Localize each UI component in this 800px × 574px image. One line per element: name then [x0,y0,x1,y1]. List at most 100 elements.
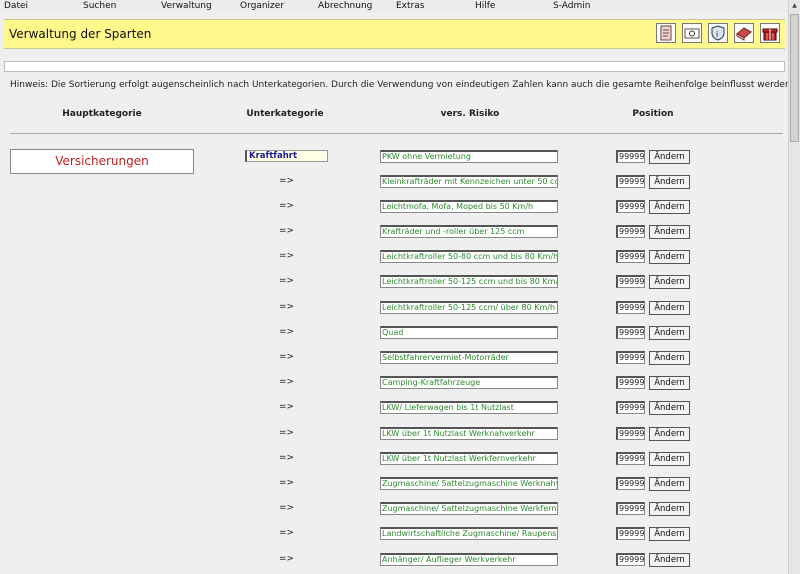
table-row: => Zugmaschine/ Sattelzugmaschine Werkna… [0,477,790,491]
header-risiko: vers. Risiko [440,109,500,119]
position-field[interactable]: 99999 [616,150,645,163]
position-field[interactable]: 99999 [616,175,645,188]
aendern-button[interactable]: Ändern [649,502,690,516]
email-icon[interactable] [682,23,702,43]
menu-s-admin[interactable]: S-Admin [553,0,590,12]
risiko-field[interactable]: Quad [380,326,558,339]
aendern-button[interactable]: Ändern [649,175,690,189]
arrow-indicator: => [279,377,295,387]
aendern-button[interactable]: Ändern [649,326,690,340]
header-position: Position [632,109,674,119]
position-field[interactable]: 99999 [616,401,645,414]
menu-bar: Datei Suchen Verwaltung Organizer Abrech… [0,0,788,12]
aendern-button[interactable]: Ändern [649,150,690,164]
risiko-field[interactable]: Leichtkraftroller 50-125 ccm/ über 80 Km… [380,301,558,314]
menu-verwaltung[interactable]: Verwaltung [161,0,212,12]
header-hauptkategorie: Hauptkategorie [62,109,142,119]
risiko-field[interactable]: Leichtkraftroller 50-80 ccm und bis 80 K… [380,250,558,263]
aendern-button[interactable]: Ändern [649,200,690,214]
arrow-indicator: => [279,352,295,362]
arrow-indicator: => [279,276,295,286]
position-field[interactable]: 99999 [616,376,645,389]
table-row: => Zugmaschine/ Sattelzugmaschine Werkfe… [0,502,790,516]
shield-info-icon[interactable]: i [708,23,728,43]
table-row: => Leichtkraftroller 50-80 ccm und bis 8… [0,250,790,264]
arrow-indicator: => [279,302,295,312]
arrow-indicator: => [279,453,295,463]
table-row: PKW ohne Vermietung 99999 Ändern [0,150,790,164]
position-field[interactable]: 99999 [616,200,645,213]
aendern-button[interactable]: Ändern [649,452,690,466]
table-row: => Leichtkraftroller 50-125 ccm und bis … [0,275,790,289]
risiko-field[interactable]: LKW über 1t Nutzlast Werknahverkehr [380,427,558,440]
position-field[interactable]: 99999 [616,553,645,566]
arrow-indicator: => [279,251,295,261]
svg-text:i: i [716,30,718,39]
arrow-indicator: => [279,503,295,513]
arrow-indicator: => [279,402,295,412]
table-row: => Landwirtschaftliche Zugmaschine/ Raup… [0,527,790,541]
divider [10,133,783,134]
aendern-button[interactable]: Ändern [649,225,690,239]
position-field[interactable]: 99999 [616,527,645,540]
menu-abrechnung[interactable]: Abrechnung [318,0,372,12]
risiko-field[interactable]: PKW ohne Vermietung [380,150,558,163]
scroll-up-icon[interactable]: ▲ [790,1,799,11]
menu-suchen[interactable]: Suchen [83,0,116,12]
arrow-indicator: => [279,528,295,538]
table-row: => LKW über 1t Nutzlast Werknahverkehr 9… [0,427,790,441]
table-row: => Kleinkrafträder mit Kennzeichen unter… [0,175,790,189]
arrow-indicator: => [279,226,295,236]
arrow-indicator: => [279,554,295,564]
risiko-field[interactable]: Anhänger/ Auflieger Werkverkehr [380,553,558,566]
table-row: => Krafträder und -roller über 125 ccm 9… [0,225,790,239]
menu-organizer[interactable]: Organizer [240,0,284,12]
aendern-button[interactable]: Ändern [649,427,690,441]
vertical-scrollbar[interactable]: ▲ [788,0,800,574]
risiko-field[interactable]: Camping-Kraftfahrzeuge [380,376,558,389]
scroll-thumb[interactable] [790,14,799,142]
aendern-button[interactable]: Ändern [649,301,690,315]
aendern-button[interactable]: Ändern [649,250,690,264]
risiko-field[interactable]: Leichtkraftroller 50-125 ccm und bis 80 … [380,275,558,288]
aendern-button[interactable]: Ändern [649,527,690,541]
position-field[interactable]: 99999 [616,275,645,288]
position-field[interactable]: 99999 [616,250,645,263]
risiko-field[interactable]: Zugmaschine/ Sattelzugmaschine Werknahve… [380,477,558,490]
risiko-field[interactable]: LKW über 1t Nutzlast Werkfernverkehr [380,452,558,465]
risiko-field[interactable]: Selbstfahrervermiet-Motorräder [380,351,558,364]
position-field[interactable]: 99999 [616,477,645,490]
aendern-button[interactable]: Ändern [649,275,690,289]
risiko-field[interactable]: Zugmaschine/ Sattelzugmaschine Werkfernv… [380,502,558,515]
aendern-button[interactable]: Ändern [649,401,690,415]
risiko-field[interactable]: Leichtmofa, Mofa, Moped bis 50 Km/h [380,200,558,213]
position-field[interactable]: 99999 [616,351,645,364]
table-row: => Quad 99999 Ändern [0,326,790,340]
risiko-field[interactable]: Krafträder und -roller über 125 ccm [380,225,558,238]
document-icon[interactable] [656,23,676,43]
aendern-button[interactable]: Ändern [649,376,690,390]
table-row: => Selbstfahrervermiet-Motorräder 99999 … [0,351,790,365]
table-row: => Anhänger/ Auflieger Werkverkehr 99999… [0,553,790,567]
position-field[interactable]: 99999 [616,427,645,440]
table-row: => Camping-Kraftfahrzeuge 99999 Ändern [0,376,790,390]
menu-extras[interactable]: Extras [396,0,424,12]
position-field[interactable]: 99999 [616,301,645,314]
aendern-button[interactable]: Ändern [649,477,690,491]
menu-hilfe[interactable]: Hilfe [475,0,495,12]
position-field[interactable]: 99999 [616,225,645,238]
table-row: => LKW über 1t Nutzlast Werkfernverkehr … [0,452,790,466]
position-field[interactable]: 99999 [616,452,645,465]
arrow-indicator: => [279,201,295,211]
menu-datei[interactable]: Datei [4,0,28,12]
position-field[interactable]: 99999 [616,502,645,515]
arrow-indicator: => [279,428,295,438]
aendern-button[interactable]: Ändern [649,351,690,365]
book-icon[interactable] [734,23,754,43]
gift-icon[interactable] [760,23,780,43]
aendern-button[interactable]: Ändern [649,553,690,567]
risiko-field[interactable]: Kleinkrafträder mit Kennzeichen unter 50… [380,175,558,188]
position-field[interactable]: 99999 [616,326,645,339]
risiko-field[interactable]: Landwirtschaftliche Zugmaschine/ Raupens… [380,527,558,540]
risiko-field[interactable]: LKW/ Lieferwagen bis 1t Nutzlast [380,401,558,414]
